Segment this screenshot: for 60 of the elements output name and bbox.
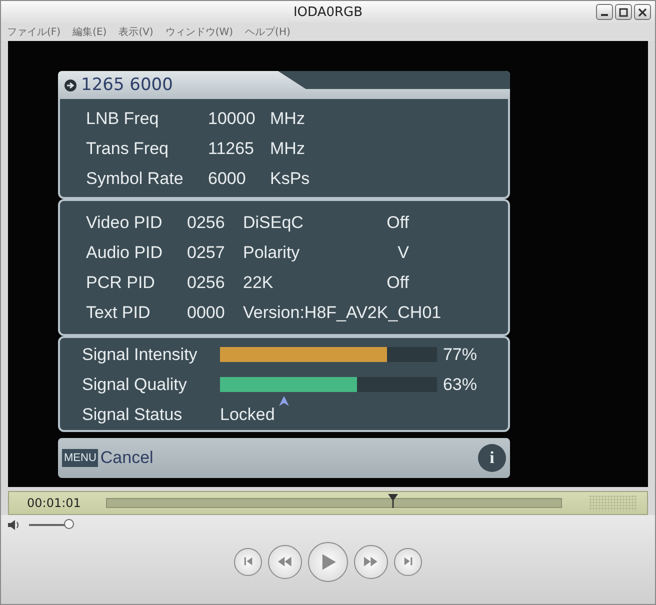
- window-title: IODA0RGB: [293, 4, 363, 20]
- param-value: Off: [386, 272, 409, 293]
- unit-label: KsPs: [270, 168, 311, 188]
- menu-item[interactable]: ヘルプ(H): [245, 25, 290, 39]
- field-value: 0000: [187, 302, 226, 323]
- field-label: Trans Freq: [86, 138, 170, 158]
- version-label: Version:H8F_AV2K_CH01: [243, 302, 442, 323]
- field-label: PCR PID: [86, 272, 156, 293]
- info-icon: i: [478, 444, 506, 472]
- param-label: Polarity: [243, 242, 301, 263]
- menu-item[interactable]: 表示(V): [118, 25, 154, 39]
- start-icon: [242, 555, 254, 568]
- unit-label: MHz: [270, 108, 306, 128]
- field-value: 11265: [208, 138, 256, 158]
- status-value: Locked: [220, 404, 275, 424]
- close-button[interactable]: [634, 4, 651, 20]
- close-icon: [638, 8, 647, 16]
- end-icon: [402, 555, 414, 568]
- maximize-button[interactable]: [615, 4, 632, 20]
- time-display: 00:01:01: [27, 496, 79, 510]
- field-label: LNB Freq: [86, 108, 160, 128]
- menu-item[interactable]: ウィンドウ(W): [165, 25, 234, 39]
- end-button[interactable]: [394, 548, 422, 576]
- field-label: Symbol Rate: [86, 168, 184, 188]
- start-button[interactable]: [234, 548, 262, 576]
- field-label: Text PID: [86, 302, 152, 323]
- minimize-icon: [601, 14, 608, 16]
- caret-icon: [278, 396, 289, 406]
- menu-item[interactable]: ファイル(F): [7, 25, 61, 39]
- meter-reading: 77%: [442, 344, 477, 364]
- field-value: 10000: [208, 108, 256, 128]
- volume-thumb[interactable]: [64, 519, 74, 529]
- field-label: Signal Intensity: [82, 344, 198, 364]
- rewind-button[interactable]: [268, 544, 302, 578]
- meter-reading: 63%: [442, 374, 477, 394]
- field-value: 0256: [187, 212, 226, 233]
- field-label: Audio PID: [86, 242, 164, 263]
- playhead[interactable]: [388, 494, 398, 508]
- param-value: V: [396, 242, 409, 263]
- play-button[interactable]: [308, 542, 348, 582]
- field-label: Video PID: [86, 212, 164, 233]
- field-label: Signal Quality: [82, 374, 188, 394]
- minimize-button[interactable]: [596, 4, 613, 20]
- param-label: 22K: [243, 272, 274, 293]
- channel-title: 1265 6000: [81, 75, 173, 95]
- maximize-icon: [619, 8, 628, 16]
- field-label: Signal Status: [82, 404, 184, 424]
- forward-button[interactable]: [354, 544, 388, 578]
- dotted-grip: [589, 495, 637, 511]
- field-value: 0256: [187, 272, 226, 293]
- param-label: DiSEqC: [243, 212, 304, 233]
- menu-key: MENU: [62, 449, 98, 467]
- arrow-icon: [64, 78, 77, 92]
- param-value: Off: [386, 212, 409, 233]
- cancel-label: Cancel: [100, 448, 154, 468]
- volume-icon[interactable]: [7, 519, 21, 531]
- unit-label: MHz: [270, 138, 306, 158]
- menu-item[interactable]: 編集(E): [72, 25, 107, 39]
- field-value: 6000: [208, 168, 247, 188]
- field-value: 0257: [187, 242, 226, 263]
